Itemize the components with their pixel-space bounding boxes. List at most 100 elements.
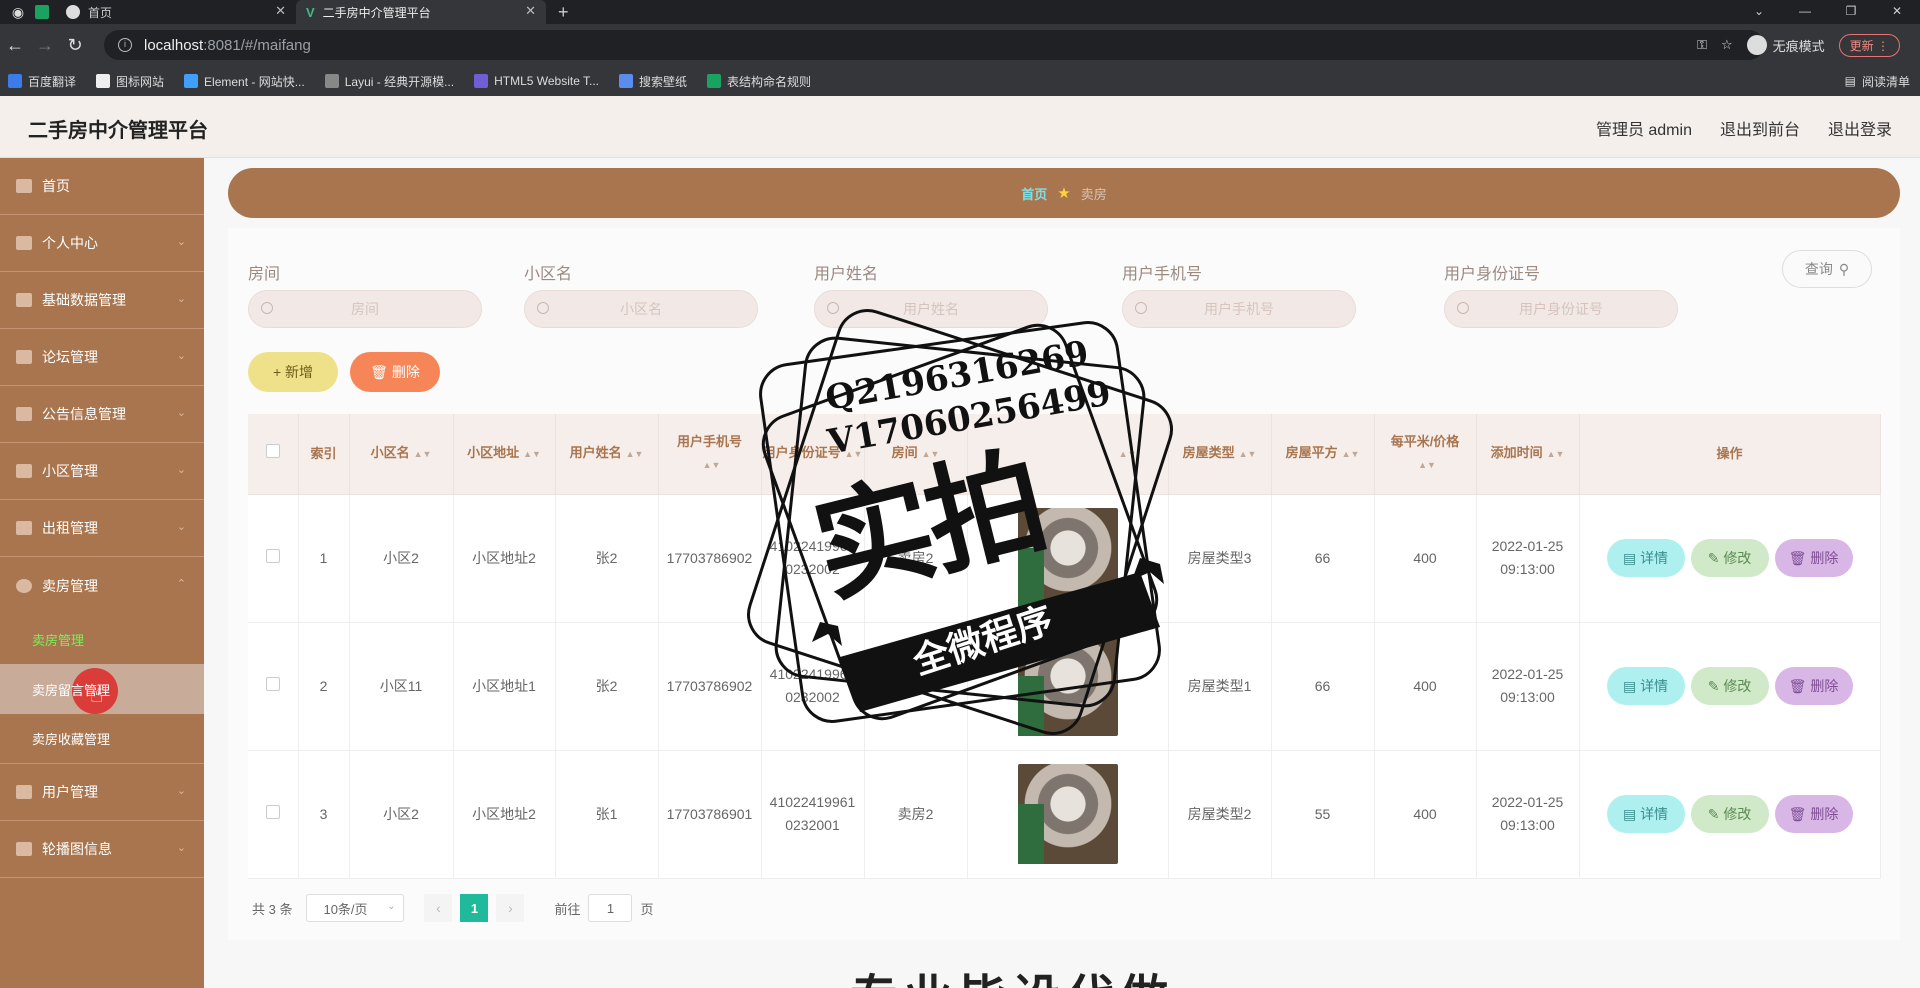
detail-button[interactable]: ▤ 详情 xyxy=(1606,539,1685,577)
close-icon[interactable]: ✕ xyxy=(525,3,536,19)
sort-icon[interactable]: ▲▼ xyxy=(1342,449,1360,459)
page-number-current[interactable]: 1 xyxy=(460,894,489,922)
col-header[interactable]: 小区地址 ▲▼ xyxy=(453,414,556,495)
page-size-select[interactable]: 10条/页 ⌄ xyxy=(306,894,405,922)
sort-icon[interactable]: ▲▼ xyxy=(523,449,541,459)
sidebar-item-basic-data[interactable]: 基础数据管理 ⌄ xyxy=(0,272,204,329)
pinned-tab[interactable] xyxy=(28,0,56,24)
chrome-icon[interactable]: ◉ xyxy=(8,2,28,22)
detail-button[interactable]: ▤ 详情 xyxy=(1606,667,1685,705)
edit-button[interactable]: ✎ 修改 xyxy=(1690,667,1769,705)
sidebar-item-users[interactable]: 用户管理 ⌄ xyxy=(0,764,204,821)
goto-prefix: 前往 xyxy=(554,901,581,917)
next-page-button[interactable]: › xyxy=(496,894,525,922)
chevron-down-icon[interactable]: ⌄ xyxy=(1736,0,1782,24)
sidebar-item-profile[interactable]: 个人中心 ⌄ xyxy=(0,215,204,272)
query-button[interactable]: 查询 ⚲ xyxy=(1782,250,1872,288)
sidebar-item-home[interactable]: 首页 xyxy=(0,158,204,215)
exit-to-front-link[interactable]: 退出到前台 xyxy=(1720,116,1800,140)
detail-button[interactable]: ▤ 详情 xyxy=(1606,795,1685,833)
batch-delete-button[interactable]: 🗑 删除 xyxy=(350,352,440,392)
sort-icon[interactable]: ▲▼ xyxy=(1239,449,1257,459)
rent-icon xyxy=(16,521,32,535)
back-icon[interactable]: ← xyxy=(0,35,30,56)
browser-tab-active[interactable]: V 二手房中介管理平台 ✕ xyxy=(296,0,546,24)
row-checkbox[interactable] xyxy=(248,494,299,623)
sidebar-subitem-sale-favorite[interactable]: 卖房收藏管理 xyxy=(0,714,204,764)
bookmark-item[interactable]: 搜索壁纸 xyxy=(619,73,687,90)
restore-icon[interactable]: ❐ xyxy=(1828,0,1874,24)
new-tab-icon[interactable]: + xyxy=(558,2,569,23)
chevron-down-icon: ⌄ xyxy=(387,901,396,912)
sidebar-subitem-sale-message[interactable]: 卖房留言管理 ☝ xyxy=(0,664,204,714)
col-header[interactable]: 用户姓名 ▲▼ xyxy=(555,414,659,495)
search-label-username: 用户姓名 xyxy=(814,266,879,283)
cell-address: 小区地址2 xyxy=(453,494,556,623)
reload-icon[interactable]: ↻ xyxy=(60,35,90,56)
delete-button[interactable]: 🗑 删除 xyxy=(1774,795,1853,833)
sort-icon[interactable]: ▲▼ xyxy=(1547,449,1565,459)
breadcrumb-home[interactable]: 首页 xyxy=(1021,184,1047,203)
search-input-idcard[interactable]: 用户身份证号 xyxy=(1444,290,1678,328)
sort-icon[interactable]: ▲▼ xyxy=(703,460,721,470)
col-header: 索引 xyxy=(298,414,350,495)
logout-link[interactable]: 退出登录 xyxy=(1828,116,1892,140)
incognito-indicator[interactable]: 无痕模式 xyxy=(1746,35,1825,55)
sort-icon[interactable]: ▲▼ xyxy=(1418,460,1436,470)
col-header[interactable]: 添加时间 ▲▼ xyxy=(1476,414,1580,495)
col-label: 小区名 xyxy=(370,445,410,461)
sidebar-item-sale[interactable]: 卖房管理 ⌃ xyxy=(0,557,204,614)
update-button[interactable]: 更新 ⋮ xyxy=(1838,33,1900,57)
edit-button[interactable]: ✎ 修改 xyxy=(1690,795,1769,833)
row-checkbox[interactable] xyxy=(248,750,299,879)
reading-list[interactable]: ▤ 阅读清单 xyxy=(1845,66,1910,96)
info-icon[interactable]: i xyxy=(118,38,132,52)
close-icon[interactable]: ✕ xyxy=(275,3,286,19)
col-header[interactable]: 房屋平方 ▲▼ xyxy=(1271,414,1375,495)
cell-room: 卖房2 xyxy=(864,750,968,879)
delete-button[interactable]: 🗑 删除 xyxy=(1774,539,1853,577)
house-photo[interactable] xyxy=(1017,764,1118,864)
star-icon[interactable]: ☆ xyxy=(1721,37,1733,53)
minimize-icon[interactable]: — xyxy=(1782,0,1828,24)
sort-icon[interactable]: ▲▼ xyxy=(414,449,432,459)
forward-icon[interactable]: → xyxy=(30,35,60,56)
users-icon xyxy=(16,785,32,799)
cell-datetime: 2022-01-25 09:13:00 xyxy=(1476,622,1580,751)
sidebar-item-carousel[interactable]: 轮播图信息 ⌄ xyxy=(0,821,204,878)
sidebar-item-label: 个人中心 xyxy=(42,235,98,251)
add-button[interactable]: + 新增 xyxy=(248,352,338,392)
bookmark-item[interactable]: HTML5 Website T... xyxy=(474,74,599,88)
checkbox-box xyxy=(265,548,280,563)
bookmark-item[interactable]: 图标网站 xyxy=(96,73,164,90)
bookmark-item[interactable]: 表结构命名规则 xyxy=(707,73,811,90)
sheet-icon xyxy=(35,5,49,19)
sidebar-item-label: 卖房管理 xyxy=(42,577,98,594)
sidebar-subitem-sale[interactable]: 卖房管理 xyxy=(0,614,204,664)
search-input-room[interactable]: 房间 xyxy=(248,290,482,328)
sidebar-item-label: 公告信息管理 xyxy=(42,406,126,422)
col-header[interactable]: 每平米/价格 ▲▼ xyxy=(1374,414,1477,495)
browser-tab-home[interactable]: 首页 ✕ xyxy=(56,0,296,24)
sort-icon[interactable]: ▲▼ xyxy=(626,449,644,459)
prev-page-button[interactable]: ‹ xyxy=(424,894,453,922)
sidebar-item-community[interactable]: 小区管理 ⌄ xyxy=(0,443,204,500)
bookmark-item[interactable]: Layui - 经典开源模... xyxy=(324,73,454,90)
sidebar-item-notice[interactable]: 公告信息管理 ⌄ xyxy=(0,386,204,443)
delete-button[interactable]: 🗑 删除 xyxy=(1774,667,1853,705)
bookmark-item[interactable]: 百度翻译 xyxy=(8,73,76,90)
sidebar-item-rent[interactable]: 出租管理 ⌄ xyxy=(0,500,204,557)
bookmark-label: 表结构命名规则 xyxy=(727,74,812,89)
row-checkbox[interactable] xyxy=(248,622,299,751)
select-all-checkbox[interactable] xyxy=(248,414,299,495)
goto-page-input[interactable]: 1 xyxy=(588,894,633,922)
key-icon[interactable]: ⚿ xyxy=(1697,37,1707,53)
col-header[interactable]: 小区名 ▲▼ xyxy=(349,414,454,495)
bookmark-item[interactable]: Element - 网站快... xyxy=(184,73,305,90)
close-window-icon[interactable]: ✕ xyxy=(1874,0,1920,24)
sidebar-item-forum[interactable]: 论坛管理 ⌄ xyxy=(0,329,204,386)
edit-button[interactable]: ✎ 修改 xyxy=(1690,539,1769,577)
url-input[interactable]: i localhost:8081/#/maifang xyxy=(104,30,1764,60)
plant-shape xyxy=(1017,804,1044,864)
chevron-down-icon: ⌄ xyxy=(176,464,186,476)
